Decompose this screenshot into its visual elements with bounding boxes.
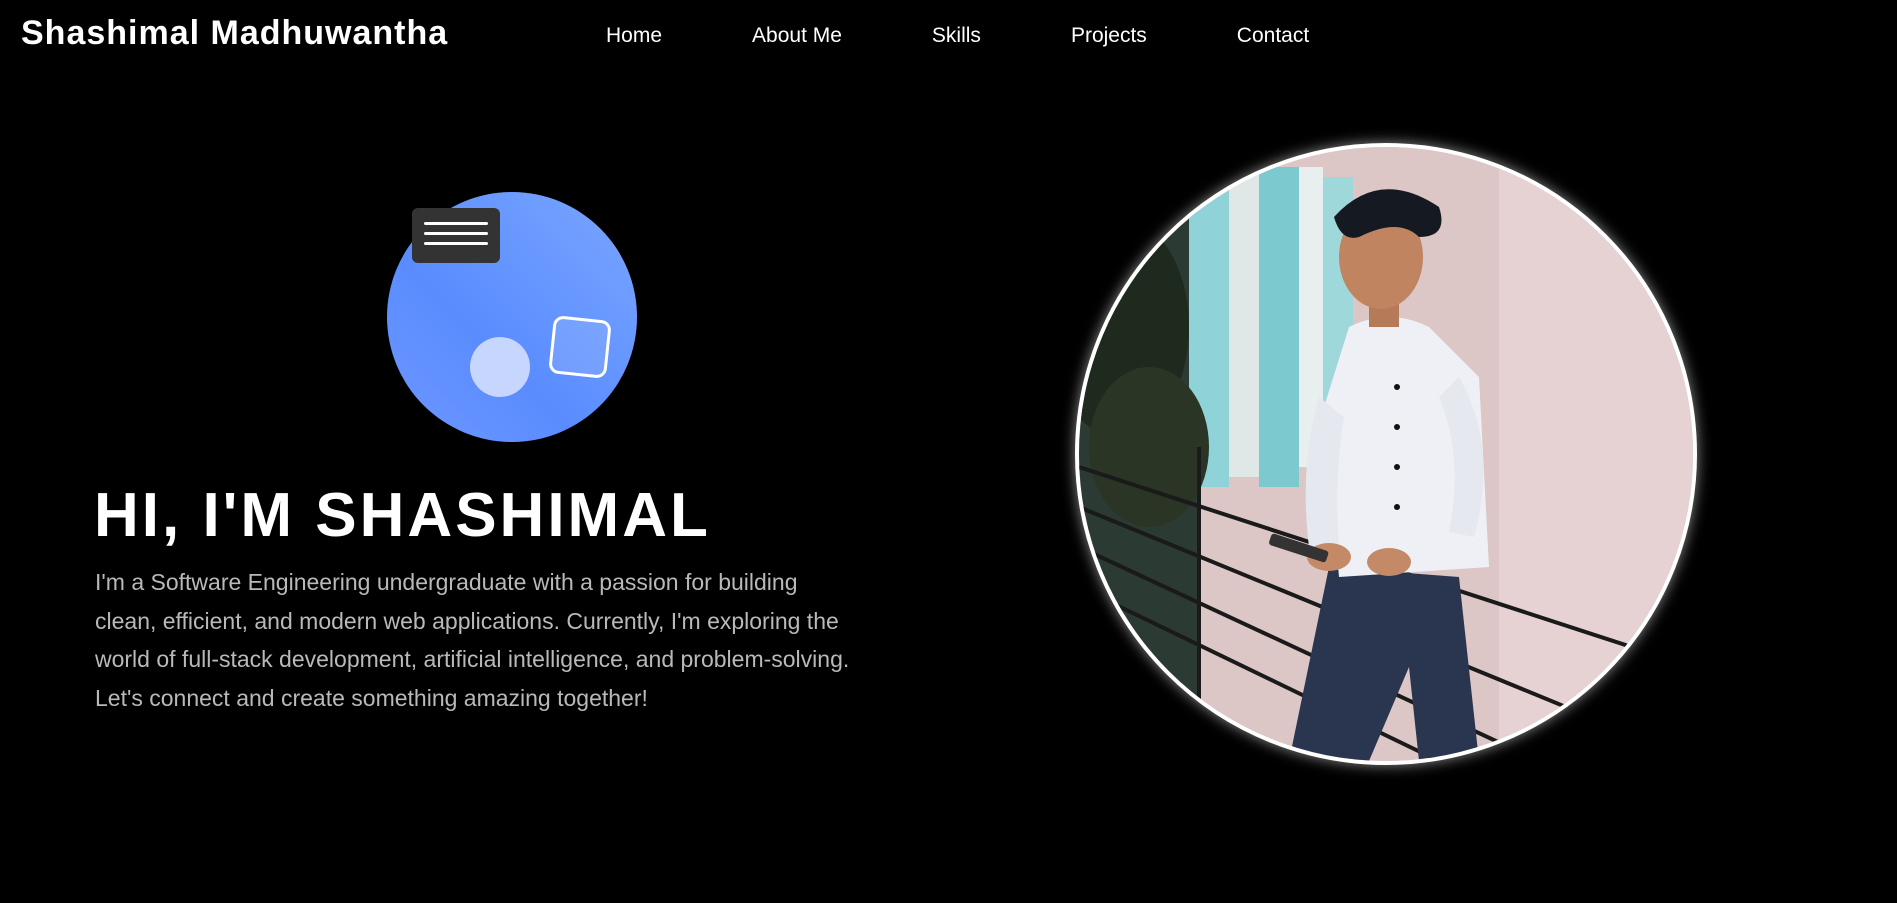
nav-link-contact[interactable]: Contact <box>1237 24 1309 48</box>
nav-link-skills[interactable]: Skills <box>932 24 981 48</box>
profile-photo <box>1075 143 1697 765</box>
navbar: Shashimal Madhuwantha Home About Me Skil… <box>0 0 1897 72</box>
hero-description: I'm a Software Engineering undergraduate… <box>95 569 850 711</box>
nav-link-about-me[interactable]: About Me <box>752 24 842 48</box>
circle-shape-icon <box>470 337 530 397</box>
hero-title: HI, I'M SHASHIMAL <box>94 481 711 550</box>
brand-name[interactable]: Shashimal Madhuwantha <box>21 14 448 53</box>
profile-photo-image <box>1079 147 1693 761</box>
menu-icon <box>412 208 500 263</box>
nav-links: Home About Me Skills Projects Contact <box>606 24 1309 48</box>
nav-link-projects[interactable]: Projects <box>1071 24 1147 48</box>
square-shape-icon <box>548 315 612 379</box>
nav-link-home[interactable]: Home <box>606 24 662 48</box>
